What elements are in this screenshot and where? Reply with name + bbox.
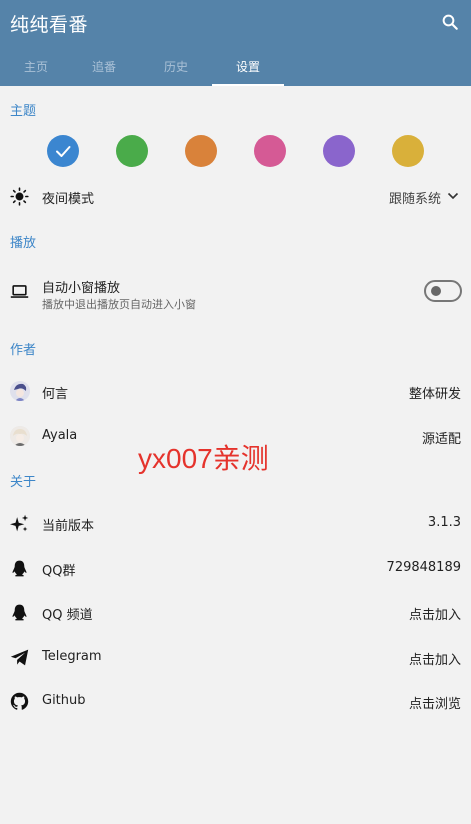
tab-label: 追番 (91, 60, 116, 74)
theme-color-orange[interactable] (185, 135, 217, 167)
section-title-about: 关于 (10, 475, 37, 490)
check-icon (56, 146, 71, 157)
avatar (10, 381, 30, 401)
qq-channel-label: QQ 频道 (42, 608, 93, 623)
author-role: 源适配 (421, 432, 461, 447)
github-icon (10, 692, 29, 710)
tab-label: 历史 (163, 60, 188, 74)
telegram-label: Telegram (42, 649, 102, 664)
tab-label: 主页 (23, 60, 48, 74)
theme-color-yellow[interactable] (392, 135, 424, 167)
theme-color-purple[interactable] (323, 135, 355, 167)
github-value: 点击浏览 (408, 697, 461, 712)
qq-channel-value: 点击加入 (408, 608, 461, 623)
app-title: 纯纯看番 (10, 14, 89, 36)
section-title-playback: 播放 (10, 236, 37, 251)
qq-icon (12, 604, 27, 621)
night-mode-value: 跟随系统 (388, 192, 441, 207)
sparkle-icon (10, 514, 29, 532)
auto-pip-label: 自动小窗播放 (42, 281, 121, 296)
tab-bar: 主页 追番 历史 设置 (0, 50, 471, 86)
qq-group-label: QQ群 (42, 564, 76, 579)
github-label: Github (42, 693, 86, 708)
author-role: 整体研发 (408, 387, 461, 402)
night-mode-label: 夜间模式 (42, 192, 95, 207)
qq-group-row[interactable]: QQ群 729848189 (0, 548, 471, 588)
tab-settings[interactable]: 设置 (212, 50, 284, 86)
watermark: yx007亲测 (138, 443, 269, 474)
telegram-icon (10, 649, 29, 666)
avatar (10, 426, 30, 446)
section-title-author: 作者 (10, 343, 37, 358)
tab-following[interactable]: 追番 (68, 50, 140, 86)
theme-color-blue[interactable] (47, 135, 79, 167)
section-title-theme: 主题 (10, 104, 37, 119)
telegram-row[interactable]: Telegram 点击加入 (0, 637, 471, 677)
qq-channel-row[interactable]: QQ 频道 点击加入 (0, 592, 471, 632)
auto-pip-row[interactable]: 自动小窗播放 播放中退出播放页自动进入小窗 (0, 270, 471, 316)
auto-pip-description: 播放中退出播放页自动进入小窗 (42, 298, 196, 311)
search-icon[interactable] (441, 13, 459, 31)
theme-color-green[interactable] (116, 135, 148, 167)
telegram-value: 点击加入 (408, 653, 461, 668)
version-value: 3.1.3 (427, 515, 461, 530)
github-row[interactable]: Github 点击浏览 (0, 681, 471, 721)
author-row[interactable]: 何言 整体研发 (0, 371, 471, 411)
tab-history[interactable]: 历史 (140, 50, 212, 86)
version-row[interactable]: 当前版本 3.1.3 (0, 503, 471, 543)
night-mode-row[interactable]: 夜间模式 跟随系统 (0, 176, 471, 216)
author-name: 何言 (42, 387, 69, 402)
sun-icon (10, 187, 29, 206)
laptop-icon (10, 285, 29, 298)
qq-group-value: 729848189 (386, 560, 461, 575)
version-label: 当前版本 (42, 519, 95, 534)
tab-indicator (212, 84, 284, 86)
app-bar: 纯纯看番 主页 追番 历史 设置 (0, 0, 471, 86)
theme-color-pink[interactable] (254, 135, 286, 167)
author-name: Ayala (42, 428, 78, 443)
tab-home[interactable]: 主页 (0, 50, 72, 86)
tab-label: 设置 (235, 60, 260, 74)
chevron-down-icon (447, 192, 459, 200)
qq-icon (12, 560, 27, 577)
toggle-knob (431, 286, 441, 296)
auto-pip-toggle[interactable] (424, 280, 462, 302)
